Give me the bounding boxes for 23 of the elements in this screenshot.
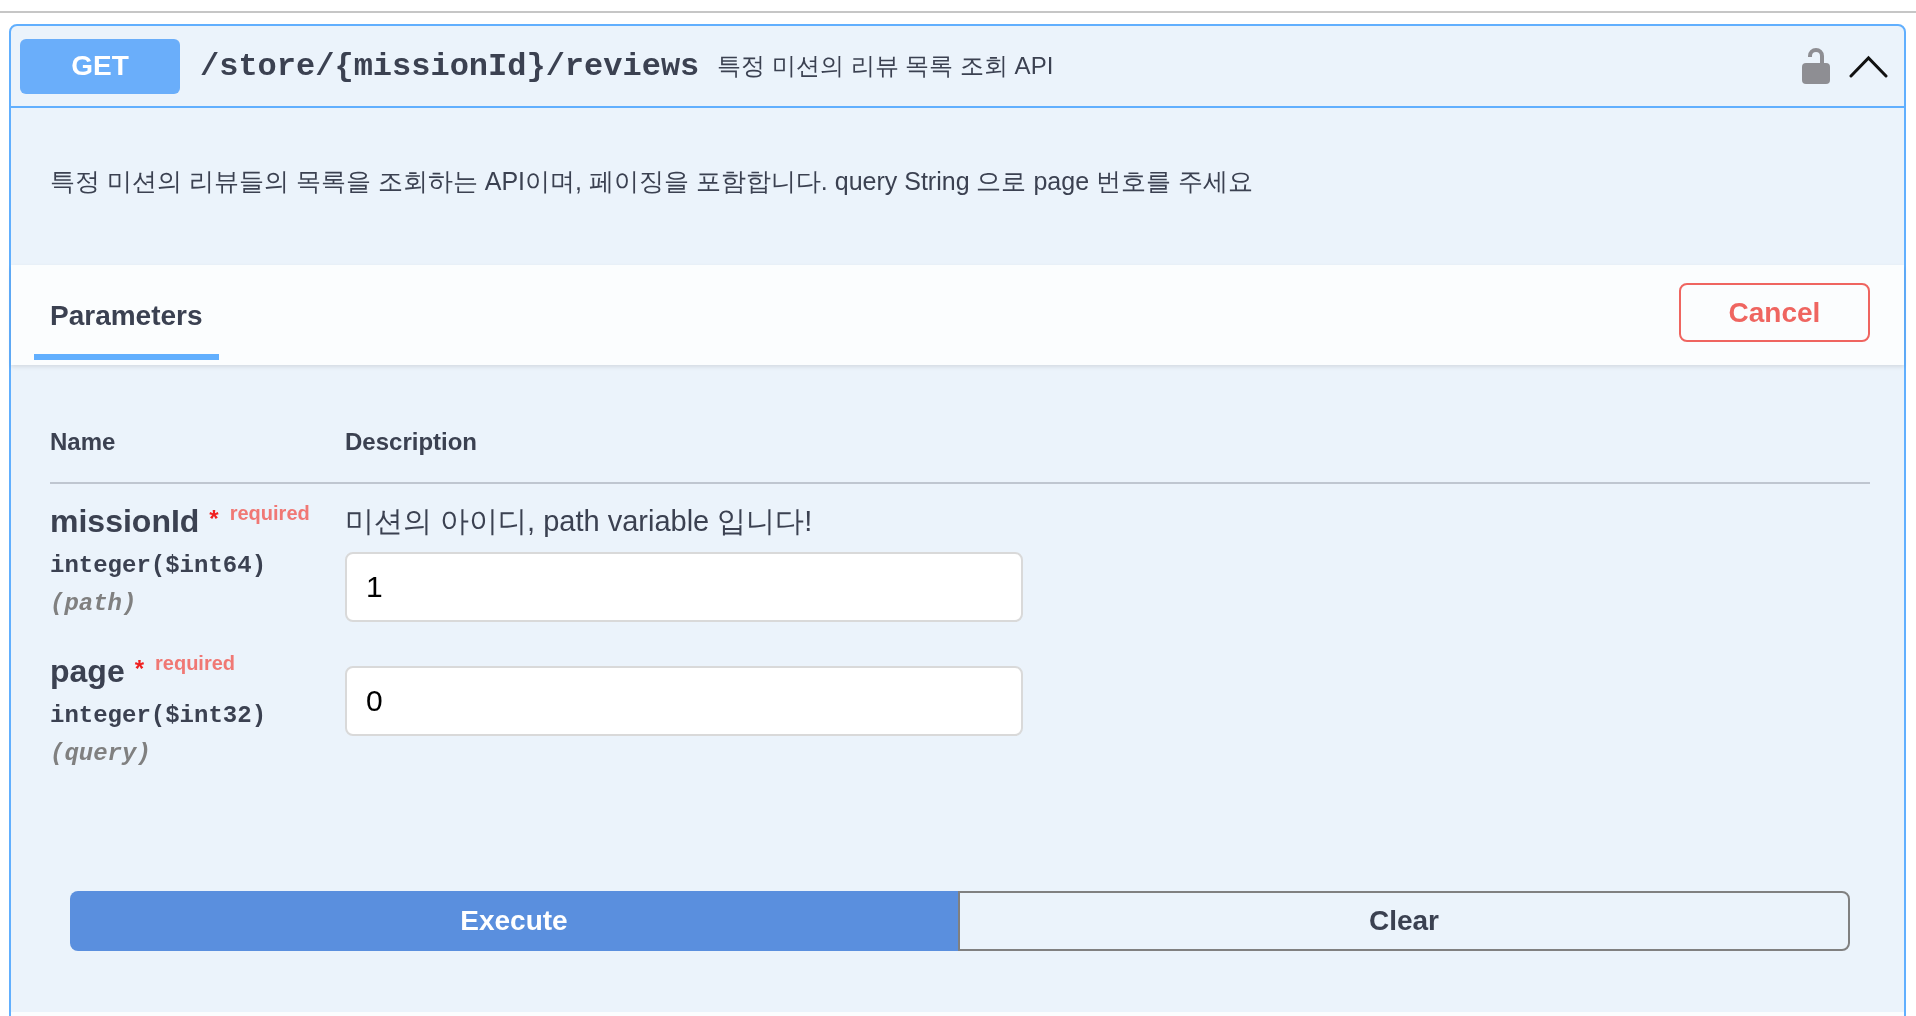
parameter-input[interactable]: 0 [345,666,1023,736]
required-label: required [229,502,310,524]
parameter-type: integer($int32) [50,702,267,729]
parameter-name: missionId [50,503,200,539]
endpoint-description: 특정 미션의 리뷰들의 목록을 조회하는 API이며, 페이징을 포함합니다. query String 으로 page 번호를 주세요 [50,166,1254,197]
parameter-input[interactable]: 1 [345,552,1023,622]
parameters-tab[interactable]: Parameters [34,292,219,360]
parameter-location: (query) [50,740,151,767]
endpoint-path: /store/{missionId}/reviews [200,47,700,85]
required-asterisk: * [134,655,145,682]
method-badge: GET [20,38,180,94]
endpoint-summary: 특정 미션의 리뷰 목록 조회 API [717,51,1054,81]
required-label: required [155,652,236,674]
padlock-icon[interactable] [1802,48,1830,84]
parameter-location: (path) [50,590,137,617]
column-header: Name [50,428,116,455]
parameter-name: page [50,653,125,689]
clear-button[interactable]: Clear [958,891,1850,951]
parameter-type: integer($int64) [50,552,267,579]
column-header: Description [345,428,478,455]
required-asterisk: * [209,505,219,532]
chevron-icon[interactable] [1849,54,1888,78]
parameter-description: 미션의 아이디, path variable 입니다! [345,505,813,537]
